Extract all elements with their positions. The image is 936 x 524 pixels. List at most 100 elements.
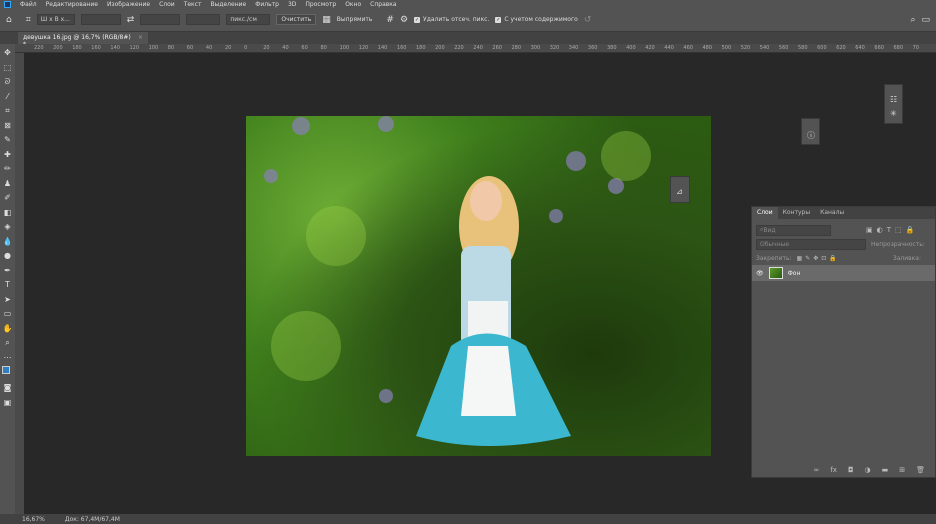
- menu-item[interactable]: Файл: [20, 1, 37, 8]
- swap-icon[interactable]: ⇄: [127, 15, 135, 25]
- ruler-label: 70: [912, 45, 919, 51]
- menu-item[interactable]: Выделение: [210, 1, 246, 8]
- menu-item[interactable]: 3D: [288, 1, 296, 8]
- clear-button[interactable]: Очистить: [276, 14, 317, 25]
- folder-icon[interactable]: ▬: [882, 466, 889, 474]
- lasso-tool-icon[interactable]: ᘐ: [5, 76, 11, 88]
- bucket-icon[interactable]: ◈: [4, 221, 10, 233]
- layer-filter-select[interactable]: ⌕ Вид: [756, 224, 831, 236]
- resolution-input[interactable]: [186, 14, 221, 25]
- shape-tool-icon[interactable]: ▭: [4, 308, 12, 320]
- width-input[interactable]: [80, 14, 121, 25]
- tab-layers[interactable]: Слои: [752, 207, 778, 219]
- straighten-button[interactable]: Выпрямить: [337, 16, 373, 23]
- hand-tool-icon[interactable]: ✋: [3, 323, 13, 335]
- close-tab-icon[interactable]: ×: [138, 34, 143, 42]
- ruler-label: 400: [626, 45, 636, 51]
- brush-tool-icon[interactable]: ✏: [4, 163, 11, 175]
- info-icon[interactable]: ⓘ: [807, 130, 815, 141]
- dodge-tool-icon[interactable]: ●: [4, 250, 11, 262]
- blend-mode-select[interactable]: Обычные: [756, 238, 866, 250]
- ruler-label: 60: [301, 45, 308, 51]
- menu-item[interactable]: Справка: [370, 1, 396, 8]
- stamp-tool-icon[interactable]: ♟: [4, 178, 11, 190]
- gear-icon[interactable]: ⚙: [400, 15, 408, 25]
- delete-cropped-checkbox[interactable]: ✓ Удалить отсеч. пикс.: [414, 16, 489, 23]
- pen-tool-icon[interactable]: ✒: [4, 265, 11, 277]
- eyedropper-icon[interactable]: ✎: [4, 134, 11, 146]
- link-icon[interactable]: ∞: [814, 466, 820, 474]
- adjustments-panel-collapsed[interactable]: ☷ ✳: [884, 84, 903, 124]
- trash-icon[interactable]: 🗑: [916, 466, 925, 474]
- color-swatches[interactable]: [1, 366, 14, 379]
- ruler-label: 640: [855, 45, 865, 51]
- content-aware-checkbox[interactable]: ✓ С учетом содержимого: [495, 16, 578, 23]
- document-tab[interactable]: девушка 16.jpg @ 16,7% (RGB/8#) * ×: [18, 32, 148, 48]
- zoom-level[interactable]: 16,67%: [22, 516, 45, 523]
- foreground-color[interactable]: [1, 366, 10, 374]
- screen-mode-icon[interactable]: ▣: [4, 397, 12, 409]
- brush-settings-icon[interactable]: ⊿: [676, 187, 683, 196]
- ruler-label: 140: [377, 45, 388, 51]
- ruler-label: 440: [664, 45, 674, 51]
- ratio-select[interactable]: Ш х В х...: [36, 14, 75, 25]
- filter-icons[interactable]: ▣◐T⬚🔒: [866, 226, 918, 234]
- ruler-label: 660: [874, 45, 884, 51]
- healing-brush-icon[interactable]: ✚: [4, 149, 11, 161]
- star-icon[interactable]: ✳: [890, 109, 897, 118]
- history-brush-icon[interactable]: ✐: [4, 192, 11, 204]
- crop-tool-icon[interactable]: ⌗: [5, 105, 10, 117]
- blur-tool-icon[interactable]: 💧: [3, 236, 13, 248]
- ruler-label: 680: [893, 45, 904, 51]
- ruler-horizontal: 220 200 180 160 140 120 100 80 60 40 20 0 20 40 60 80 10…: [15, 44, 936, 53]
- tab-paths[interactable]: Контуры: [778, 207, 815, 219]
- search-icon[interactable]: ⌕: [910, 15, 915, 25]
- ruler-label: 220: [454, 45, 464, 51]
- visibility-eye-icon[interactable]: 👁: [756, 270, 764, 277]
- lock-icons[interactable]: ▦✎✥⊡🔒: [797, 255, 840, 262]
- ruler-label: 180: [72, 45, 82, 51]
- ruler-label: 260: [492, 45, 502, 51]
- mask-icon[interactable]: ◘: [848, 466, 854, 474]
- ruler-label: 140: [110, 45, 120, 51]
- eraser-icon[interactable]: ◧: [4, 207, 12, 219]
- ruler-label: 240: [473, 45, 483, 51]
- tab-channels[interactable]: Каналы: [815, 207, 849, 219]
- units-select[interactable]: пикс./см: [226, 14, 271, 25]
- quick-mask-icon[interactable]: ◙: [4, 382, 12, 394]
- height-input[interactable]: [140, 14, 181, 25]
- magic-wand-icon[interactable]: ⁄: [7, 91, 8, 103]
- menu-item[interactable]: Текст: [184, 1, 202, 8]
- ruler-label: 40: [205, 45, 213, 51]
- menu-item[interactable]: Фильтр: [255, 1, 279, 8]
- brush-panel-collapsed[interactable]: ⊿: [670, 176, 690, 203]
- adjust-icon[interactable]: ☷: [890, 95, 897, 104]
- path-select-icon[interactable]: ➤: [4, 294, 11, 306]
- fx-icon[interactable]: fx: [830, 466, 837, 474]
- doc-size: Док: 67,4M/67,4M: [64, 515, 120, 523]
- zoom-tool-icon[interactable]: ⌕: [5, 337, 9, 349]
- type-tool-icon[interactable]: T: [5, 279, 10, 291]
- layer-row[interactable]: 👁 Фон: [752, 265, 935, 281]
- marquee-tool-icon[interactable]: ⬚: [4, 62, 12, 74]
- adjustment-layer-icon[interactable]: ◑: [865, 466, 871, 474]
- new-layer-icon[interactable]: ⊞: [899, 466, 905, 474]
- layer-name[interactable]: Фон: [788, 270, 801, 277]
- properties-panel-collapsed[interactable]: ⓘ: [801, 118, 820, 145]
- menu-item[interactable]: Изображение: [107, 1, 150, 8]
- ruler-label: 580: [798, 45, 808, 51]
- home-icon[interactable]: ⌂: [6, 15, 12, 25]
- overlay-grid-icon[interactable]: #: [386, 15, 394, 25]
- menu-item[interactable]: Слои: [159, 1, 175, 8]
- frame-tool-icon[interactable]: ⊠: [4, 120, 11, 132]
- move-tool-icon[interactable]: ✥: [4, 47, 11, 59]
- menu-item[interactable]: Просмотр: [305, 1, 336, 8]
- more-tools-icon[interactable]: ⋯: [4, 352, 12, 364]
- workspace-icon[interactable]: ▭: [921, 15, 930, 25]
- canvas-image: [246, 116, 711, 456]
- reset-icon[interactable]: ↺: [584, 15, 592, 25]
- crop-tool-icon[interactable]: ⌗: [26, 15, 31, 25]
- menu-item[interactable]: Редактирование: [46, 1, 98, 8]
- straighten-icon[interactable]: ▦: [322, 15, 331, 25]
- menu-item[interactable]: Окно: [345, 1, 361, 8]
